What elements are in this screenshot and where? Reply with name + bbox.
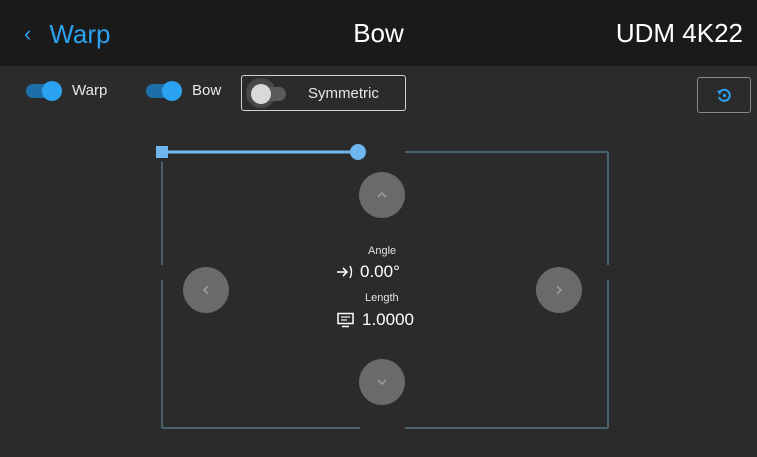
chevron-up-icon	[377, 191, 387, 198]
length-icon	[337, 312, 354, 328]
move-left-button[interactable]	[183, 267, 229, 313]
length-label: Length	[365, 292, 399, 304]
angle-label: Angle	[368, 245, 397, 257]
corner-handle[interactable]	[156, 146, 168, 158]
move-down-button[interactable]	[359, 359, 405, 405]
length-value-row: 1.0000	[336, 310, 414, 330]
angle-value-row: 0.00°	[336, 262, 400, 282]
midpoint-handle[interactable]	[350, 144, 366, 160]
angle-value: 0.00°	[360, 262, 400, 281]
chevron-right-icon	[556, 285, 563, 295]
angle-icon	[337, 265, 353, 279]
move-right-button[interactable]	[536, 267, 582, 313]
move-up-button[interactable]	[359, 172, 405, 218]
chevron-left-icon	[202, 285, 209, 295]
length-value: 1.0000	[362, 310, 414, 329]
chevron-down-icon	[377, 379, 387, 386]
